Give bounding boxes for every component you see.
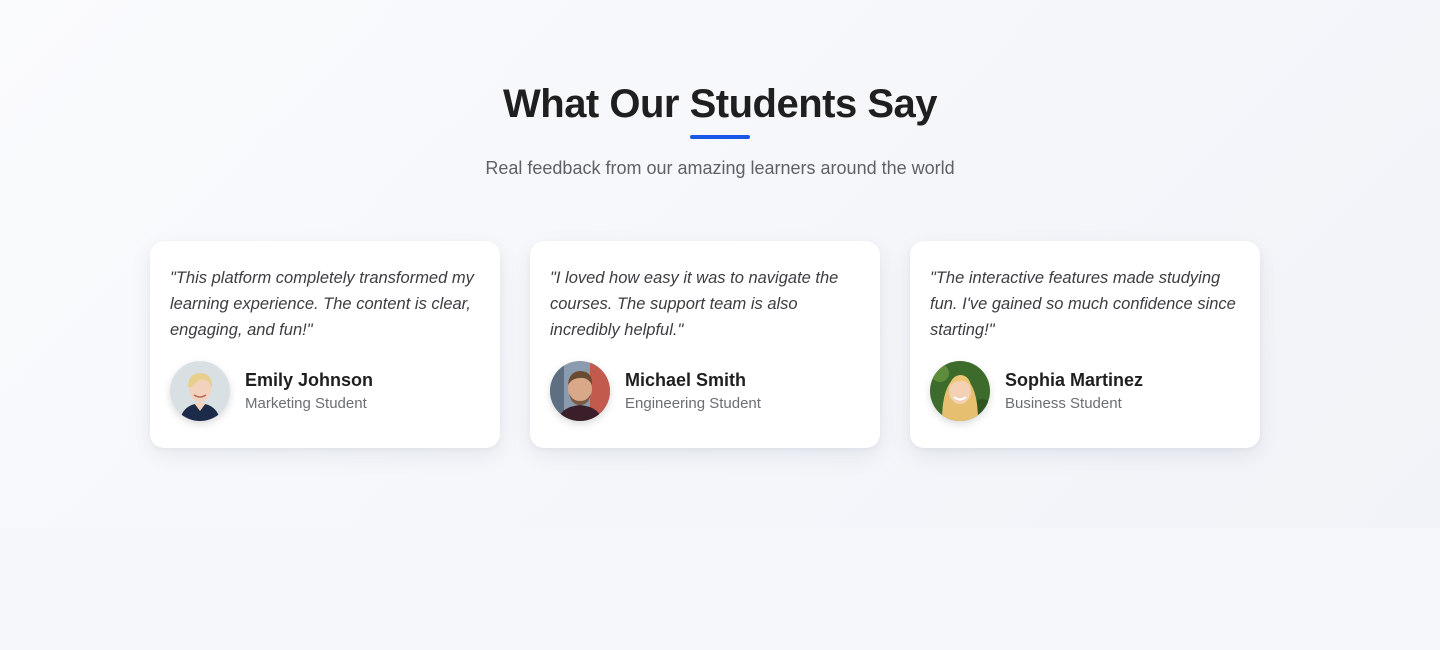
avatar	[930, 361, 990, 421]
testimonial-card: "This platform completely transformed my…	[150, 241, 500, 448]
title-underline	[690, 135, 750, 139]
author-role: Engineering Student	[625, 395, 761, 412]
author-role: Marketing Student	[245, 395, 367, 412]
author-name: Sophia Martinez	[1005, 370, 1144, 390]
page-footer-area	[0, 528, 1440, 650]
testimonial-author: Sophia Martinez Business Student	[930, 361, 1240, 421]
testimonials-section: What Our Students Say Real feedback from…	[0, 0, 1440, 528]
testimonial-quote: "This platform completely transformed my…	[170, 269, 474, 339]
section-title: What Our Students Say	[503, 82, 938, 126]
section-subtitle: Real feedback from our amazing learners …	[485, 158, 955, 178]
testimonial-card: "The interactive features made studying …	[910, 241, 1260, 448]
avatar	[170, 361, 230, 421]
author-name: Michael Smith	[625, 370, 747, 390]
testimonial-quote: "I loved how easy it was to navigate the…	[550, 269, 839, 339]
author-name: Emily Johnson	[245, 370, 374, 390]
author-role: Business Student	[1005, 395, 1122, 412]
testimonial-quote: "The interactive features made studying …	[930, 269, 1236, 339]
testimonial-cards: "This platform completely transformed my…	[150, 241, 1260, 448]
testimonial-author: Emily Johnson Marketing Student	[170, 361, 480, 421]
avatar	[550, 361, 610, 421]
testimonial-card: "I loved how easy it was to navigate the…	[530, 241, 880, 448]
testimonial-author: Michael Smith Engineering Student	[550, 361, 860, 421]
